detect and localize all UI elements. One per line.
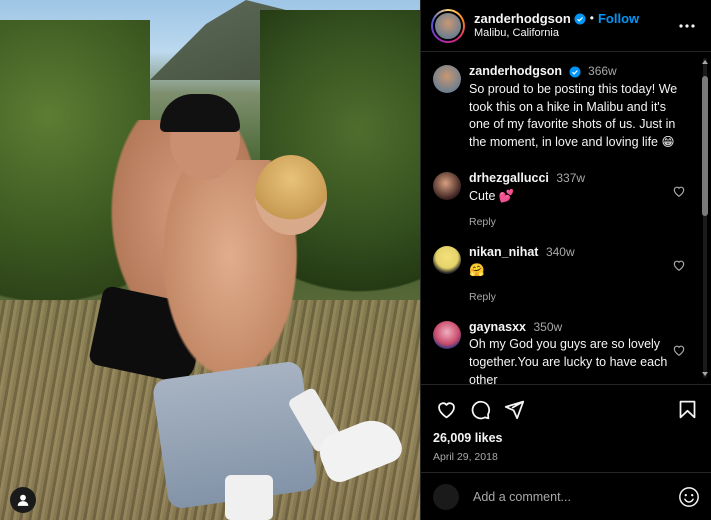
- comment-text: Cute 💕: [469, 188, 515, 203]
- comment-username[interactable]: nikan_nihat: [469, 245, 538, 259]
- photo-head-front: [255, 155, 327, 235]
- save-button[interactable]: [674, 396, 700, 422]
- caption-username[interactable]: zanderhodgson: [469, 64, 562, 78]
- caption-text: So proud to be posting this today! We to…: [469, 81, 678, 149]
- comment-time: 350w: [533, 319, 563, 334]
- current-user-avatar: [433, 483, 459, 510]
- caption-avatar[interactable]: [433, 65, 461, 93]
- comments-list[interactable]: zanderhodgson 366w So proud to be postin…: [421, 53, 711, 384]
- scroll-down-icon[interactable]: [701, 370, 709, 378]
- reply-button[interactable]: Reply: [469, 215, 682, 230]
- reply-button[interactable]: Reply: [469, 290, 682, 305]
- share-button[interactable]: [501, 396, 527, 422]
- comment-like-icon[interactable]: [672, 343, 686, 357]
- comment-time: 340w: [545, 245, 575, 260]
- scrollbar-thumb[interactable]: [702, 76, 708, 216]
- like-button[interactable]: [433, 396, 459, 422]
- post-location[interactable]: Malibu, California: [474, 27, 675, 41]
- photo-sock-lower: [225, 475, 273, 520]
- author-avatar[interactable]: [431, 8, 465, 43]
- comment-item: gaynasxx 350w Oh my God you guys are so …: [433, 319, 698, 384]
- share-icon: [504, 400, 524, 419]
- comment-like-icon[interactable]: [672, 184, 686, 198]
- post-details-panel: zanderhodgson • Follow Malibu, Californi…: [420, 0, 711, 520]
- post-photo[interactable]: [0, 0, 420, 520]
- verified-icon: [574, 13, 586, 25]
- post-actions: 26,009 likes April 29, 2018: [421, 384, 711, 463]
- user-tag-icon: [17, 494, 29, 506]
- comment-time: 337w: [556, 170, 586, 185]
- add-comment-bar: [421, 472, 711, 520]
- post-header: zanderhodgson • Follow Malibu, Californi…: [421, 0, 711, 52]
- more-icon: [679, 23, 695, 28]
- photo-cap: [160, 94, 240, 132]
- post-caption: zanderhodgson 366w So proud to be postin…: [433, 63, 698, 152]
- user-tag-button[interactable]: [10, 487, 36, 513]
- likes-count[interactable]: 26,009 likes: [433, 431, 700, 445]
- separator-dot: •: [589, 11, 594, 26]
- post-date[interactable]: April 29, 2018: [433, 451, 700, 463]
- author-username[interactable]: zanderhodgson: [474, 11, 571, 27]
- comment-avatar[interactable]: [433, 171, 461, 200]
- comment-text: Oh my God you guys are so lovely togethe…: [469, 337, 668, 384]
- comment-item: drhezgallucci 337w Cute 💕 Reply: [433, 170, 698, 230]
- verified-icon: [569, 66, 581, 78]
- scroll-up-icon[interactable]: [701, 58, 709, 66]
- comments-scrollbar[interactable]: [701, 58, 709, 378]
- emoji-icon[interactable]: [678, 486, 700, 508]
- comment-text: 🤗: [469, 262, 485, 277]
- comment-username[interactable]: drhezgallucci: [469, 171, 549, 185]
- comment-item: nikan_nihat 340w 🤗 Reply: [433, 244, 698, 304]
- follow-button[interactable]: Follow: [598, 11, 639, 27]
- comment-icon: [471, 400, 490, 419]
- add-comment-input[interactable]: [473, 489, 678, 504]
- heart-icon: [437, 401, 455, 418]
- more-options-button[interactable]: [675, 14, 699, 38]
- bookmark-icon: [679, 400, 695, 418]
- comment-avatar[interactable]: [433, 246, 461, 275]
- comment-username[interactable]: gaynasxx: [469, 320, 526, 334]
- comment-button[interactable]: [467, 396, 493, 422]
- comment-like-icon[interactable]: [672, 258, 686, 272]
- comment-avatar[interactable]: [433, 320, 461, 349]
- caption-time[interactable]: 366w: [588, 64, 617, 78]
